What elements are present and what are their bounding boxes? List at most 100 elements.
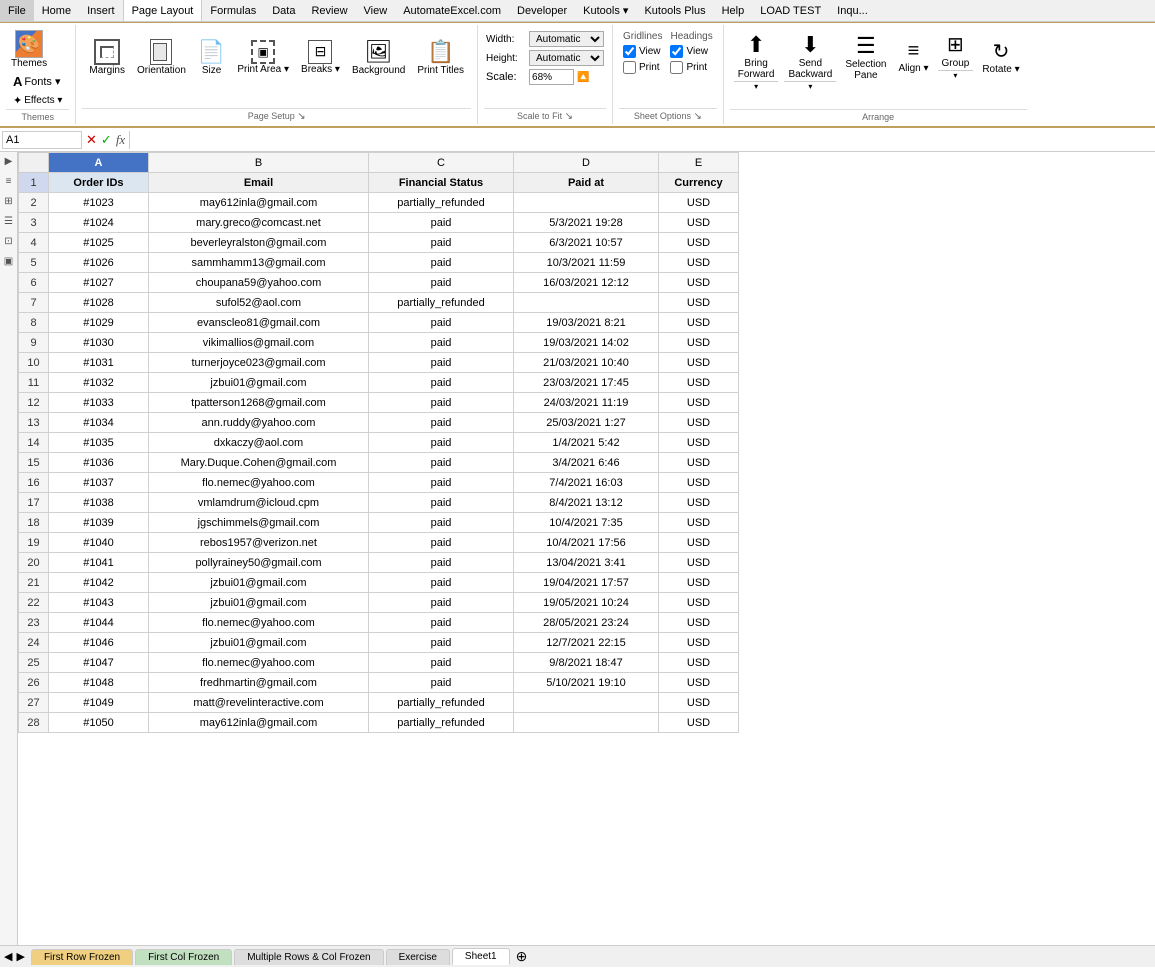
margins-button[interactable]: Margins [84, 29, 130, 85]
selection-pane-button[interactable]: ☰ SelectionPane [840, 29, 891, 85]
col-header-e[interactable]: E [659, 153, 739, 173]
cell-e[interactable]: USD [659, 193, 739, 213]
height-select[interactable]: Automatic [529, 50, 604, 66]
headings-print-checkbox[interactable] [670, 61, 683, 74]
cell-c[interactable]: partially_refunded [369, 193, 514, 213]
cell-b1[interactable]: Email [149, 173, 369, 193]
cell-d[interactable] [514, 193, 659, 213]
menu-load-test[interactable]: LOAD TEST [752, 0, 829, 21]
col-header-c[interactable]: C [369, 153, 514, 173]
col-header-b[interactable]: B [149, 153, 369, 173]
effects-button[interactable]: ✦ Effects ▾ [8, 91, 67, 109]
group-button[interactable]: ⊞ Group ▾ [936, 29, 976, 82]
scale-content: Width: Automatic Height: Automatic Scale… [484, 27, 606, 108]
menu-developer[interactable]: Developer [509, 0, 575, 21]
col-header-d[interactable]: D [514, 153, 659, 173]
fonts-button[interactable]: A Fonts ▾ [8, 72, 65, 90]
cell-a[interactable]: #1023 [49, 193, 149, 213]
menu-kutools-plus[interactable]: Kutools Plus [636, 0, 713, 21]
menu-review[interactable]: Review [303, 0, 355, 21]
cell-c1[interactable]: Financial Status [369, 173, 514, 193]
scale-input[interactable] [529, 69, 574, 85]
sidebar-icon-5[interactable]: ⊡ [2, 234, 16, 248]
themes-button[interactable]: 🎨 Themes [8, 27, 64, 71]
table-row: 15 #1036 Mary.Duque.Cohen@gmail.com paid… [19, 453, 739, 473]
sidebar-icon-3[interactable]: ⊞ [2, 194, 16, 208]
table-row: 22 #1043 jzbui01@gmail.com paid 19/05/20… [19, 593, 739, 613]
sheet-tab-exercise[interactable]: Exercise [386, 949, 450, 965]
sidebar-icon-4[interactable]: ☰ [2, 214, 16, 228]
width-select[interactable]: Automatic [529, 31, 604, 47]
page-setup-group-label: Page Setup ↘ [82, 108, 471, 122]
cell-d1[interactable]: Paid at [514, 173, 659, 193]
cell-e1[interactable]: Currency [659, 173, 739, 193]
headings-print-row: Print [670, 61, 712, 74]
orientation-button[interactable]: Orientation [132, 29, 191, 85]
bring-forward-arrow[interactable]: ▾ [734, 81, 779, 91]
sheet-tab-first-row[interactable]: First Row Frozen [31, 949, 133, 965]
headings-view-label: View [686, 46, 708, 57]
print-area-button[interactable]: ▣ Print Area ▾ [232, 29, 294, 85]
bring-forward-button[interactable]: ⬆ BringForward ▾ [732, 29, 781, 93]
menu-inqu[interactable]: Inqu... [829, 0, 876, 21]
cell-a1[interactable]: Order IDs [49, 173, 149, 193]
sidebar-icon-6[interactable]: ▣ [2, 254, 16, 268]
menu-data[interactable]: Data [264, 0, 303, 21]
menu-automateexcel[interactable]: AutomateExcel.com [395, 0, 509, 21]
menu-kutools[interactable]: Kutools ▾ [575, 0, 636, 21]
formula-confirm-icon[interactable]: ✓ [101, 132, 112, 148]
spreadsheet-area[interactable]: A B C D E 1 Order IDs Email Financial St… [18, 152, 1155, 945]
sheet-add-button[interactable]: ⊕ [516, 948, 528, 965]
spreadsheet-table: A B C D E 1 Order IDs Email Financial St… [18, 152, 739, 733]
table-row: 21 #1042 jzbui01@gmail.com paid 19/04/20… [19, 573, 739, 593]
formula-fx-icon[interactable]: fx [116, 132, 125, 148]
bring-forward-icon: ⬆ [747, 32, 765, 58]
send-backward-button[interactable]: ⬇ SendBackward ▾ [782, 29, 838, 93]
sidebar-icon-1[interactable]: ▶ [2, 154, 16, 168]
gridlines-print-checkbox[interactable] [623, 61, 636, 74]
gridlines-print-row: Print [623, 61, 662, 74]
sheet-tab-first-col[interactable]: First Col Frozen [135, 949, 232, 965]
scale-label: Scale: [486, 71, 526, 83]
rotate-label: Rotate ▾ [982, 64, 1019, 75]
breaks-button[interactable]: ⊟ Breaks ▾ [296, 29, 345, 85]
formula-input[interactable]: Order IDs [129, 131, 1153, 149]
rotate-button[interactable]: ↻ Rotate ▾ [977, 29, 1024, 85]
print-area-icon: ▣ [251, 40, 275, 64]
gridlines-heading: Gridlines [623, 31, 662, 42]
fonts-label: Fonts ▾ [24, 75, 60, 88]
align-label: Align ▾ [898, 63, 928, 74]
menu-home[interactable]: Home [34, 0, 79, 21]
sheet-tab-sheet1[interactable]: Sheet1 [452, 948, 510, 965]
menu-formulas[interactable]: Formulas [202, 0, 264, 21]
col-header-a[interactable]: A [49, 153, 149, 173]
group-arrow[interactable]: ▾ [938, 70, 974, 80]
sidebar-icon-2[interactable]: ≡ [2, 174, 16, 188]
sheet-nav-right[interactable]: ▶ [16, 950, 24, 963]
align-button[interactable]: ≡ Align ▾ [893, 29, 933, 85]
menu-file[interactable]: File [0, 0, 34, 21]
headings-col: Headings View Print [670, 31, 712, 74]
ribbon-group-themes: 🎨 Themes A Fonts ▾ ✦ Effects ▾ Themes [0, 25, 76, 124]
headings-view-checkbox[interactable] [670, 45, 683, 58]
menu-insert[interactable]: Insert [79, 0, 123, 21]
background-button[interactable]: 🖼 Background [347, 29, 410, 85]
print-titles-button[interactable]: 📋 Print Titles [412, 29, 469, 85]
menu-view[interactable]: View [356, 0, 396, 21]
themes-content: 🎨 Themes A Fonts ▾ ✦ Effects ▾ [6, 27, 69, 109]
cell-b[interactable]: may612inla@gmail.com [149, 193, 369, 213]
gridlines-view-checkbox[interactable] [623, 45, 636, 58]
sheet-nav-left[interactable]: ◀ [4, 950, 12, 963]
align-icon: ≡ [908, 40, 920, 63]
sheet-tab-multiple[interactable]: Multiple Rows & Col Frozen [234, 949, 383, 965]
table-row: 5 #1026 sammhamm13@gmail.com paid 10/3/2… [19, 253, 739, 273]
formula-cancel-icon[interactable]: ✕ [86, 132, 97, 148]
row-num-1[interactable]: 1 [19, 173, 49, 193]
send-backward-arrow[interactable]: ▾ [784, 81, 836, 91]
menu-help[interactable]: Help [714, 0, 753, 21]
name-box[interactable] [2, 131, 82, 149]
selection-pane-icon: ☰ [856, 33, 876, 59]
size-button[interactable]: 📄 Size [193, 29, 230, 85]
menu-page-layout[interactable]: Page Layout [123, 0, 203, 21]
send-backward-main: ⬇ SendBackward [784, 31, 836, 81]
